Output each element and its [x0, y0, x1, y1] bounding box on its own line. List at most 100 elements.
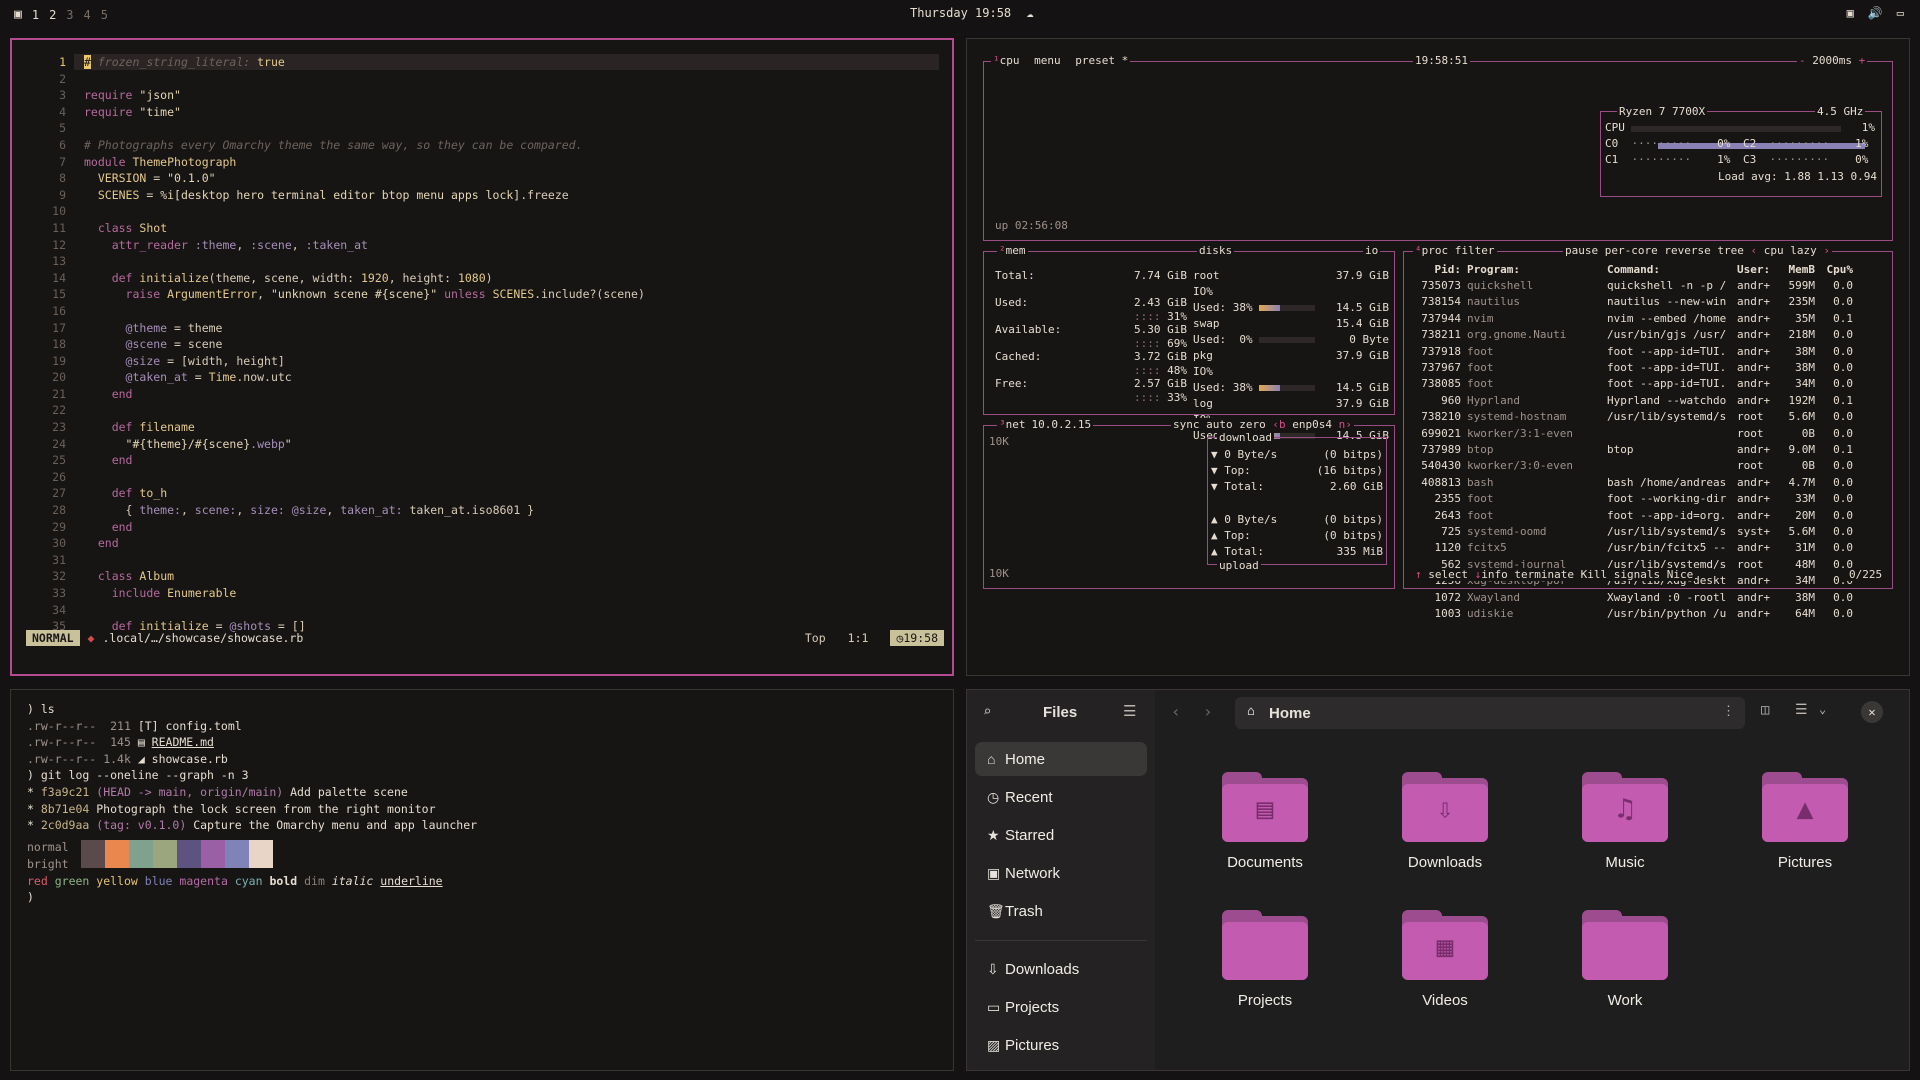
- sidebar-item-recent[interactable]: ◷ Recent: [975, 780, 1147, 814]
- signals-action[interactable]: signals: [1614, 568, 1660, 581]
- workspace-4[interactable]: 4: [84, 8, 91, 22]
- search-icon[interactable]: ⌕: [983, 704, 991, 720]
- code-line[interactable]: 22: [32, 402, 645, 419]
- folder-item[interactable]: ▲ Pictures: [1760, 772, 1850, 871]
- code-line[interactable]: 25 end: [32, 452, 645, 469]
- code-line[interactable]: 33 include Enumerable: [32, 585, 645, 602]
- network-icon[interactable]: ▭: [1897, 6, 1904, 20]
- code-line[interactable]: 18 @scene = scene: [32, 336, 645, 353]
- code-line[interactable]: 28 { theme:, scene:, size: @size, taken_…: [32, 502, 645, 519]
- proc-filter[interactable]: filter: [1455, 244, 1495, 257]
- net-options[interactable]: sync auto zero ‹b enp0s4 n›: [1171, 418, 1354, 431]
- select-action[interactable]: select: [1428, 568, 1468, 581]
- mem-label: Available:: [995, 323, 1062, 336]
- proc-header-cell[interactable]: Program:: [1467, 263, 1597, 276]
- preset-toggle[interactable]: preset *: [1075, 54, 1128, 67]
- view-options-icon[interactable]: ⌄: [1819, 702, 1826, 716]
- folder-item[interactable]: ▦ Videos: [1400, 910, 1490, 1009]
- close-icon[interactable]: ✕: [1861, 701, 1883, 723]
- btop-window[interactable]: ¹cpu menu preset * 19:58:51 - 2000ms + u…: [966, 38, 1910, 676]
- location-menu-icon[interactable]: ⋮: [1722, 704, 1735, 719]
- code-line[interactable]: 21 end: [32, 386, 645, 403]
- screen-record-icon[interactable]: ▣: [1847, 6, 1854, 20]
- files-window[interactable]: ⌕ Files ☰ ⌂ Home ◷ Recent ★ Starred ▣ Network 🗑 T…: [966, 689, 1910, 1071]
- code-line[interactable]: 19 @size = [width, height]: [32, 353, 645, 370]
- info-action[interactable]: info: [1481, 568, 1508, 581]
- proc-header-cell[interactable]: Cpu%: [1817, 263, 1854, 276]
- proc-options[interactable]: pause per-core reverse tree ‹ cpu lazy ›: [1563, 244, 1832, 257]
- code-line[interactable]: 23 def filename: [32, 419, 645, 436]
- process-cell: foot --app-id=TUI.: [1607, 344, 1727, 358]
- code-line[interactable]: 17 @theme = theme: [32, 320, 645, 337]
- prompt[interactable]: ): [27, 890, 34, 904]
- sidebar-item-network[interactable]: ▣ Network: [975, 856, 1147, 890]
- sidebar-item-pictures[interactable]: ▨ Pictures: [975, 1028, 1147, 1062]
- code-line[interactable]: 32 class Album: [32, 568, 645, 585]
- code-line[interactable]: 5: [32, 120, 645, 137]
- workspace-2[interactable]: 2: [49, 8, 56, 22]
- line-number: 15: [52, 287, 66, 302]
- code-line[interactable]: 12 attr_reader :theme, :scene, :taken_at: [32, 237, 645, 254]
- proc-header-cell[interactable]: User:: [1737, 263, 1777, 276]
- sidebar-item-home[interactable]: ⌂ Home: [975, 742, 1147, 776]
- clock[interactable]: Thursday 19:58 ☁: [910, 6, 1034, 20]
- code-view[interactable]: 1 # frozen_string_literal: true 2 3 require…: [32, 54, 645, 635]
- folder-item[interactable]: ⇩ Downloads: [1400, 772, 1490, 871]
- folder-item[interactable]: Projects: [1220, 910, 1310, 1009]
- sidebar-item-downloads[interactable]: ⇩ Downloads: [975, 952, 1147, 986]
- code-line[interactable]: 24 "#{theme}/#{scene}.webp": [32, 436, 645, 453]
- forward-icon[interactable]: ›: [1203, 702, 1213, 721]
- code-line[interactable]: 8 VERSION = "0.1.0": [32, 170, 645, 187]
- code-line[interactable]: 20 @taken_at = Time.now.utc: [32, 369, 645, 386]
- update-interval[interactable]: - 2000ms +: [1797, 54, 1868, 67]
- code-line[interactable]: 9 SCENES = %i[desktop hero terminal edit…: [32, 187, 645, 204]
- kill-action[interactable]: Kill: [1581, 568, 1608, 581]
- proc-header-cell[interactable]: Command:: [1607, 263, 1739, 276]
- workspace-1[interactable]: 1: [32, 8, 39, 22]
- menu-toggle[interactable]: menu: [1034, 54, 1061, 67]
- proc-header-cell[interactable]: MemB: [1773, 263, 1816, 276]
- code-line[interactable]: 14 def initialize(theme, scene, width: 1…: [32, 270, 645, 287]
- workspace-3[interactable]: 3: [66, 8, 73, 22]
- nice-action[interactable]: Nice: [1667, 568, 1694, 581]
- sidebar-item-projects[interactable]: ▭ Projects: [975, 990, 1147, 1024]
- back-icon[interactable]: ‹: [1171, 702, 1181, 721]
- code-line[interactable]: 6 # Photographs every Omarchy theme the s…: [32, 137, 645, 154]
- proc-header-cell[interactable]: Pid:: [1413, 263, 1462, 276]
- camera-icon[interactable]: ◫: [1761, 702, 1769, 718]
- folder-icon: [1582, 910, 1668, 980]
- folder-item[interactable]: Work: [1580, 910, 1670, 1009]
- disks-io-toggle[interactable]: io: [1363, 244, 1381, 257]
- code-line[interactable]: 16: [32, 303, 645, 320]
- code-line[interactable]: 27 def to_h: [32, 485, 645, 502]
- code-line[interactable]: 31: [32, 552, 645, 569]
- code-line[interactable]: 4 require "time": [32, 104, 645, 121]
- sidebar-item-trash[interactable]: 🗑 Trash: [975, 894, 1147, 928]
- code-line[interactable]: 10: [32, 203, 645, 220]
- sidebar-item-starred[interactable]: ★ Starred: [975, 818, 1147, 852]
- folder-item[interactable]: ▤ Documents: [1220, 772, 1310, 871]
- line-text: include Enumerable: [111, 586, 237, 600]
- code-line[interactable]: 30 end: [32, 535, 645, 552]
- view-list-icon[interactable]: ☰: [1795, 702, 1808, 718]
- code-line[interactable]: 15 raise ArgumentError, "unknown scene #…: [32, 286, 645, 303]
- code-line[interactable]: 26: [32, 469, 645, 486]
- code-line[interactable]: 11 class Shot: [32, 220, 645, 237]
- code-line[interactable]: 2: [32, 71, 645, 88]
- code-line[interactable]: 1 # frozen_string_literal: true: [32, 54, 645, 71]
- folder-item[interactable]: ♫ Music: [1580, 772, 1670, 871]
- line-text: @taken_at = Time.now.utc: [125, 370, 292, 385]
- terminal-window[interactable]: ) ls .rw-r--r-- 211 [T] config.toml .rw-r-…: [10, 689, 954, 1071]
- editor-window[interactable]: 1 # frozen_string_literal: true 2 3 require…: [10, 38, 954, 676]
- volume-icon[interactable]: 🔊: [1868, 6, 1883, 20]
- workspace-5[interactable]: 5: [101, 8, 108, 22]
- code-line[interactable]: 29 end: [32, 519, 645, 536]
- code-line[interactable]: 34: [32, 602, 645, 619]
- code-line[interactable]: 3 require "json": [32, 87, 645, 104]
- sidebar-menu-icon[interactable]: ☰: [1123, 702, 1136, 720]
- top-bar: ▣ 1 2 3 4 5 Thursday 19:58 ☁ ▣ 🔊 ▭: [0, 0, 1920, 28]
- terminate-action[interactable]: terminate: [1514, 568, 1574, 581]
- code-line[interactable]: 7 module ThemePhotograph: [32, 154, 645, 171]
- code-line[interactable]: 13: [32, 253, 645, 270]
- location-bar[interactable]: ⌂ Home ⋮: [1235, 697, 1745, 729]
